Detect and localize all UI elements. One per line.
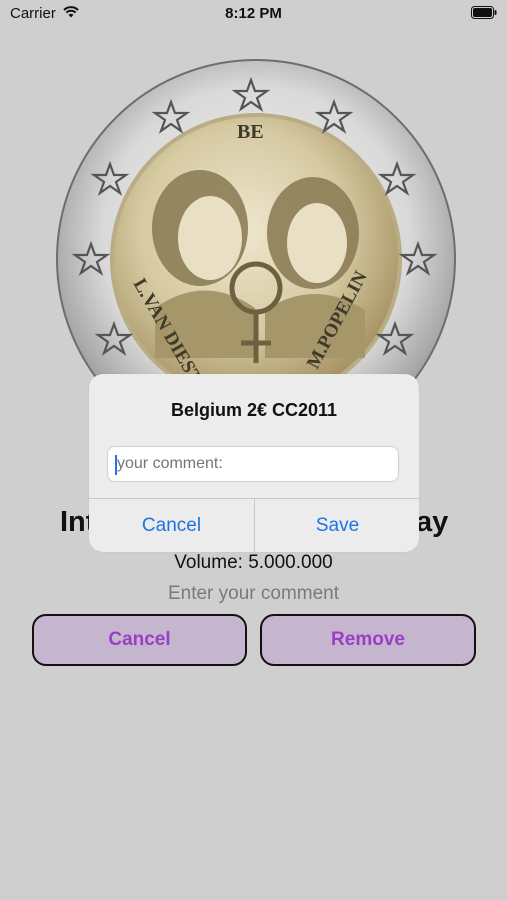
coin-title-right: ay [416, 506, 449, 538]
coin-legend-top: BE [237, 121, 264, 143]
cancel-button[interactable]: Cancel [32, 614, 247, 666]
alert-cancel-button[interactable]: Cancel [89, 499, 254, 552]
status-bar: Carrier 8:12 PM [0, 0, 507, 26]
status-time: 8:12 PM [225, 5, 282, 22]
comment-field[interactable]: Enter your comment [0, 583, 507, 605]
text-caret [115, 455, 117, 475]
alert-save-button[interactable]: Save [255, 499, 419, 552]
alert-comment-input[interactable] [107, 446, 399, 482]
alert-title: Belgium 2€ CC2011 [170, 400, 338, 420]
remove-button[interactable]: Remove [260, 614, 476, 666]
battery-icon [471, 6, 497, 19]
volume-label: Volume: 5.000.000 [174, 552, 333, 573]
comment-alert: Belgium 2€ CC2011 Cancel Save [89, 374, 419, 552]
